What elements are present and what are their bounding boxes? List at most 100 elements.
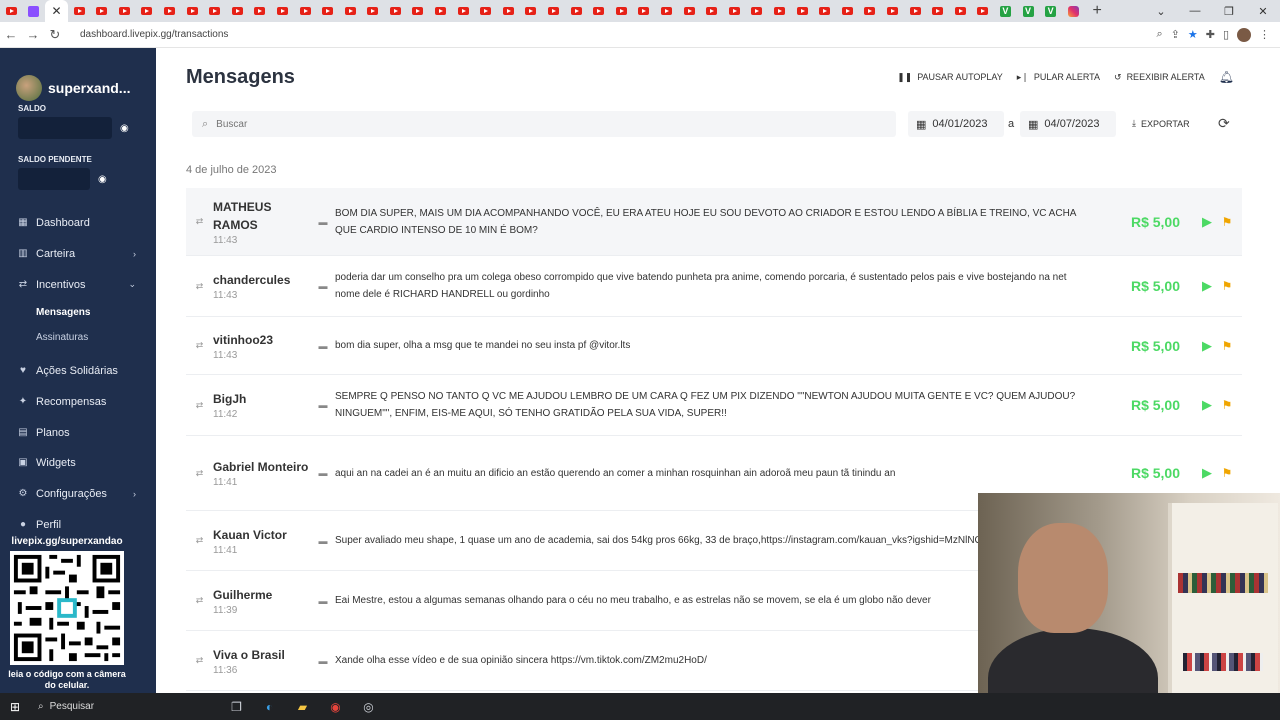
browser-tab[interactable]	[700, 0, 723, 22]
message-row[interactable]: ⇄ MATHEUS RAMOS 11:43 ▬ BOM DIA SUPER, MA…	[186, 188, 1242, 256]
browser-tab[interactable]	[271, 0, 294, 22]
refresh-icon[interactable]: ⟳	[1218, 115, 1230, 132]
play-icon[interactable]: ▶︎	[1180, 397, 1212, 413]
browser-tab[interactable]	[565, 0, 588, 22]
tab-search-icon[interactable]: ⌄	[1144, 5, 1178, 18]
browser-tab[interactable]	[1062, 0, 1085, 22]
sidebar-brand[interactable]: superxand...	[0, 48, 156, 110]
browser-tab[interactable]	[813, 0, 836, 22]
browser-tab[interactable]	[384, 0, 407, 22]
browser-tab[interactable]	[294, 0, 317, 22]
close-window-button[interactable]: ✕	[1246, 5, 1280, 18]
browser-tab[interactable]	[768, 0, 791, 22]
back-icon[interactable]: ←	[0, 27, 22, 42]
sidebar-item-recompensas[interactable]: ✦ Recompensas	[0, 387, 156, 418]
search-input[interactable]	[216, 118, 817, 130]
browser-tab[interactable]	[881, 0, 904, 22]
message-row[interactable]: ⇄ chandercules 11:43 ▬ poderia dar um con…	[186, 256, 1242, 317]
play-icon[interactable]: ▶︎	[1180, 278, 1212, 294]
flag-icon[interactable]: ⚑	[1212, 466, 1242, 480]
browser-tab[interactable]	[68, 0, 91, 22]
eye-icon[interactable]: ◉	[120, 123, 129, 134]
taskbar-search[interactable]: ⌕ Pesquisar	[30, 701, 220, 712]
pause-autoplay-button[interactable]: ❚❚ PAUSAR AUTOPLAY	[897, 72, 1003, 83]
profile-avatar[interactable]	[1237, 27, 1251, 42]
browser-tab[interactable]	[972, 0, 995, 22]
browser-tab[interactable]	[678, 0, 701, 22]
browser-tab[interactable]	[633, 0, 656, 22]
browser-tab[interactable]	[655, 0, 678, 22]
browser-tab[interactable]	[859, 0, 882, 22]
browser-tab[interactable]	[497, 0, 520, 22]
flag-icon[interactable]: ⚑	[1212, 279, 1242, 293]
browser-menu-icon[interactable]: ⋮	[1259, 28, 1270, 41]
export-button[interactable]: ⤓ EXPORTAR	[1132, 118, 1190, 129]
sidebar-item-dashboard[interactable]: ▦ Dashboard	[0, 208, 156, 239]
skip-alert-button[interactable]: ▸❘ PULAR ALERTA	[1017, 72, 1100, 83]
browser-tab[interactable]	[203, 0, 226, 22]
browser-tab[interactable]	[587, 0, 610, 22]
browser-tab[interactable]	[23, 0, 46, 22]
close-tab-icon[interactable]: ✕	[51, 4, 61, 18]
date-from-field[interactable]: ▦ 04/01/2023	[908, 111, 1004, 137]
sidebar-item-configuracoes[interactable]: ⚙ Configurações ›	[0, 479, 156, 510]
share-icon[interactable]: ⇪	[1171, 28, 1180, 41]
replay-alert-button[interactable]: ↺ REEXIBIR ALERTA	[1114, 72, 1205, 83]
new-tab-button[interactable]: +	[1093, 2, 1102, 20]
browser-tab[interactable]	[249, 0, 272, 22]
bell-icon[interactable]: 🔔︎	[1219, 70, 1234, 84]
browser-tab[interactable]	[136, 0, 159, 22]
url-field[interactable]: dashboard.livepix.gg/transactions	[80, 29, 1156, 40]
browser-tab[interactable]	[339, 0, 362, 22]
browser-tab[interactable]	[904, 0, 927, 22]
sidebar-item-acoes-solidarias[interactable]: ♥ Ações Solidárias	[0, 356, 156, 387]
browser-tab[interactable]	[520, 0, 543, 22]
file-explorer-icon[interactable]: ▰	[286, 700, 319, 714]
play-icon[interactable]: ▶︎	[1180, 465, 1212, 481]
chrome-icon[interactable]: ◉	[319, 700, 352, 714]
browser-tab[interactable]	[429, 0, 452, 22]
sidepanel-icon[interactable]: ▯	[1223, 28, 1229, 41]
sidebar-subitem-mensagens[interactable]: Mensagens	[0, 300, 156, 325]
browser-tab[interactable]	[610, 0, 633, 22]
browser-tab[interactable]	[158, 0, 181, 22]
browser-tab[interactable]	[746, 0, 769, 22]
browser-tab[interactable]	[0, 0, 23, 22]
eye-icon[interactable]: ◉	[98, 174, 107, 185]
message-row[interactable]: ⇄ BigJh 11:42 ▬ SEMPRE Q PENSO NO TANTO Q…	[186, 375, 1242, 436]
reload-icon[interactable]: ↻	[44, 27, 66, 43]
minimize-button[interactable]: —	[1178, 5, 1212, 17]
flag-icon[interactable]: ⚑	[1212, 398, 1242, 412]
browser-tab[interactable]: V	[1039, 0, 1062, 22]
sidebar-item-incentivos[interactable]: ⇄ Incentivos ⌄	[0, 269, 156, 300]
sidebar-item-widgets[interactable]: ▣ Widgets	[0, 448, 156, 479]
browser-tab[interactable]	[791, 0, 814, 22]
flag-icon[interactable]: ⚑	[1212, 339, 1242, 353]
browser-tab[interactable]	[407, 0, 430, 22]
browser-tab[interactable]	[316, 0, 339, 22]
flag-icon[interactable]: ⚑	[1212, 215, 1242, 229]
edge-icon[interactable]: ◐	[253, 700, 286, 714]
obs-icon[interactable]: ◎	[352, 700, 385, 714]
sidebar-item-planos[interactable]: ▤ Planos	[0, 417, 156, 448]
zoom-icon[interactable]: ⌕	[1156, 28, 1162, 41]
browser-tab[interactable]	[949, 0, 972, 22]
browser-tab[interactable]: V	[1017, 0, 1040, 22]
browser-tab[interactable]	[542, 0, 565, 22]
sidebar-subitem-assinaturas[interactable]: Assinaturas	[0, 325, 156, 350]
date-to-field[interactable]: ▦ 04/07/2023	[1020, 111, 1116, 137]
browser-tab[interactable]	[226, 0, 249, 22]
bookmark-star-icon[interactable]: ★	[1188, 28, 1198, 41]
sidebar-item-carteira[interactable]: ▥ Carteira ›	[0, 239, 156, 270]
browser-tab[interactable]	[90, 0, 113, 22]
play-icon[interactable]: ▶︎	[1180, 214, 1212, 230]
browser-tab[interactable]: V	[994, 0, 1017, 22]
browser-tab[interactable]	[926, 0, 949, 22]
restore-button[interactable]: ❐	[1212, 5, 1246, 18]
browser-tab-active[interactable]: ✕	[45, 0, 68, 22]
windows-start-icon[interactable]: ⊞	[0, 700, 30, 714]
browser-tab[interactable]	[474, 0, 497, 22]
task-view-icon[interactable]: ❐	[220, 700, 253, 714]
extensions-icon[interactable]: ✚	[1206, 28, 1215, 41]
browser-tab[interactable]	[113, 0, 136, 22]
